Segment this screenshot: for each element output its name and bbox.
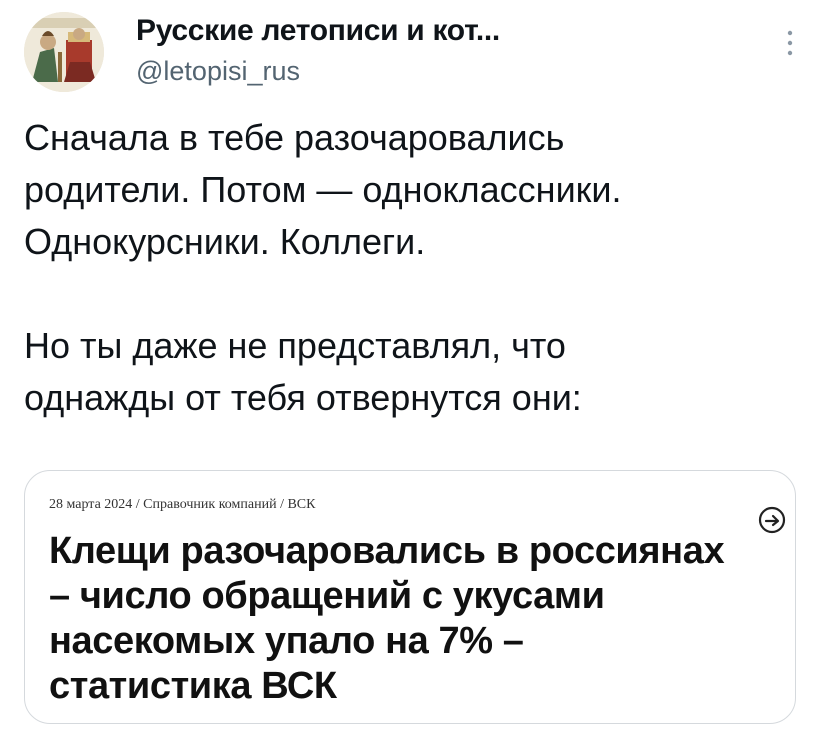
post-text: Сначала в тебе разочаровались родители. … <box>24 112 794 424</box>
vertical-ellipsis-icon[interactable] <box>785 28 795 58</box>
article-headline: Клещи разочаровались в россиянах – число… <box>49 530 725 707</box>
author-handle[interactable]: @letopisi_rus <box>136 56 300 87</box>
post-paragraph: Но ты даже не представлял, что однажды о… <box>24 325 582 418</box>
medieval-miniature-avatar-image <box>24 12 104 92</box>
post-header: Русские летописи и кот... @letopisi_rus <box>24 10 799 92</box>
post-paragraph: Сначала в тебе разочаровались родители. … <box>24 117 622 262</box>
article-meta: 28 марта 2024 / Справочник компаний / ВС… <box>49 497 316 512</box>
author-name[interactable]: Русские летописи и кот... <box>136 14 500 48</box>
avatar[interactable] <box>24 12 104 92</box>
article-image-card[interactable]: 28 марта 2024 / Справочник компаний / ВС… <box>24 470 796 724</box>
